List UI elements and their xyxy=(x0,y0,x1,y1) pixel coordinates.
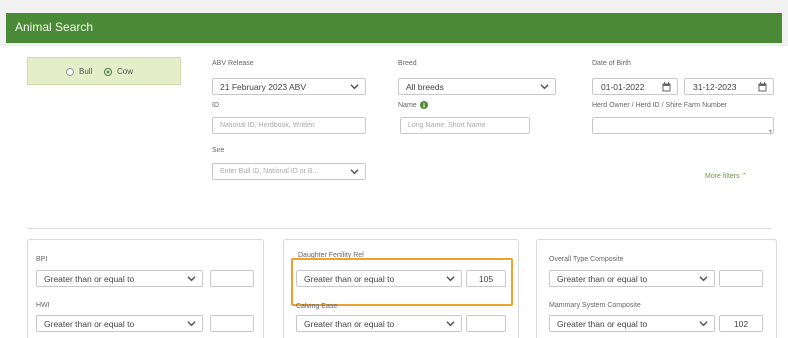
dob-to-input[interactable]: 31-12-2023 xyxy=(684,78,774,95)
calendar-icon[interactable] xyxy=(758,82,767,92)
calving-ease-operator-select[interactable]: Greater than or equal to xyxy=(296,315,462,332)
chevron-down-icon xyxy=(187,319,196,328)
bull-radio-label: Bull xyxy=(79,67,93,76)
hwi-value-input[interactable] xyxy=(210,315,254,332)
hwi-operator-value: Greater than or equal to xyxy=(44,319,135,329)
chevron-down-icon xyxy=(350,167,359,176)
overall-type-operator-value: Greater than or equal to xyxy=(557,274,648,284)
cow-radio-label: Cow xyxy=(117,67,134,76)
mammary-value-input[interactable]: 102 xyxy=(719,315,763,332)
mammary-label: Mammary System Composite xyxy=(549,302,641,309)
name-label: Name xyxy=(398,102,417,109)
chevron-down-icon xyxy=(350,82,359,91)
dob-from-input[interactable]: 01-01-2022 xyxy=(592,78,678,95)
highlight-frame xyxy=(291,258,513,306)
info-icon[interactable] xyxy=(420,101,428,109)
sex-selector: Bull Cow xyxy=(27,57,181,85)
chevron-down-icon xyxy=(187,274,196,283)
bpi-value-input[interactable] xyxy=(210,270,254,287)
bpi-operator-value: Greater than or equal to xyxy=(44,274,135,284)
overall-type-label: Overall Type Composite xyxy=(549,256,624,263)
mammary-operator-select[interactable]: Greater than or equal to xyxy=(549,315,715,332)
sire-label: Sire xyxy=(212,147,225,154)
mammary-value: 102 xyxy=(733,319,749,329)
cow-radio[interactable] xyxy=(104,68,112,76)
calendar-icon[interactable] xyxy=(662,82,671,92)
chevron-down-icon xyxy=(699,274,708,283)
page-title: Animal Search xyxy=(15,20,94,34)
herd-owner-label: Herd Owner / Herd ID / Shire Farm Number xyxy=(592,102,727,109)
more-filters-toggle[interactable]: More filters ⌃ xyxy=(705,172,747,180)
abv-release-label: ABV Release xyxy=(212,60,254,67)
id-placeholder: National ID, Herdbook, Written xyxy=(220,122,315,129)
overall-type-value-input[interactable] xyxy=(719,270,763,287)
chevron-down-icon xyxy=(540,82,549,91)
breed-select[interactable]: All breeds xyxy=(398,78,556,95)
overall-type-operator-select[interactable]: Greater than or equal to xyxy=(549,270,715,287)
chevron-down-icon: ▾ xyxy=(769,129,773,135)
herd-owner-select[interactable] xyxy=(592,117,774,134)
bull-radio[interactable] xyxy=(66,68,74,76)
page-header: Animal Search xyxy=(0,0,788,46)
hwi-label: HWI xyxy=(36,302,50,309)
hwi-operator-select[interactable]: Greater than or equal to xyxy=(36,315,203,332)
section-divider xyxy=(27,228,772,229)
mammary-operator-value: Greater than or equal to xyxy=(557,319,648,329)
abv-release-select[interactable]: 21 February 2023 ABV xyxy=(212,78,366,95)
breed-label: Breed xyxy=(398,60,417,67)
calving-ease-value-input[interactable] xyxy=(466,315,506,332)
sire-placeholder: Enter Bull ID, National ID or B... xyxy=(220,168,319,175)
title-banner: Animal Search xyxy=(6,13,782,43)
id-input[interactable]: National ID, Herdbook, Written xyxy=(212,117,366,134)
bpi-label: BPI xyxy=(36,256,48,263)
name-placeholder: Long Name, Short Name xyxy=(408,122,486,129)
calving-ease-label: Calving Ease xyxy=(296,303,338,310)
chevron-down-icon xyxy=(699,319,708,328)
id-label: ID xyxy=(212,102,219,109)
abv-release-value: 21 February 2023 ABV xyxy=(220,82,307,92)
dob-label: Date of Birth xyxy=(592,60,631,67)
sire-select[interactable]: Enter Bull ID, National ID or B... xyxy=(212,163,366,180)
calving-ease-operator-value: Greater than or equal to xyxy=(304,319,395,329)
breed-value: All breeds xyxy=(406,82,444,92)
chevron-down-icon xyxy=(446,319,455,328)
bpi-operator-select[interactable]: Greater than or equal to xyxy=(36,270,203,287)
name-input[interactable]: Long Name, Short Name xyxy=(400,117,530,134)
